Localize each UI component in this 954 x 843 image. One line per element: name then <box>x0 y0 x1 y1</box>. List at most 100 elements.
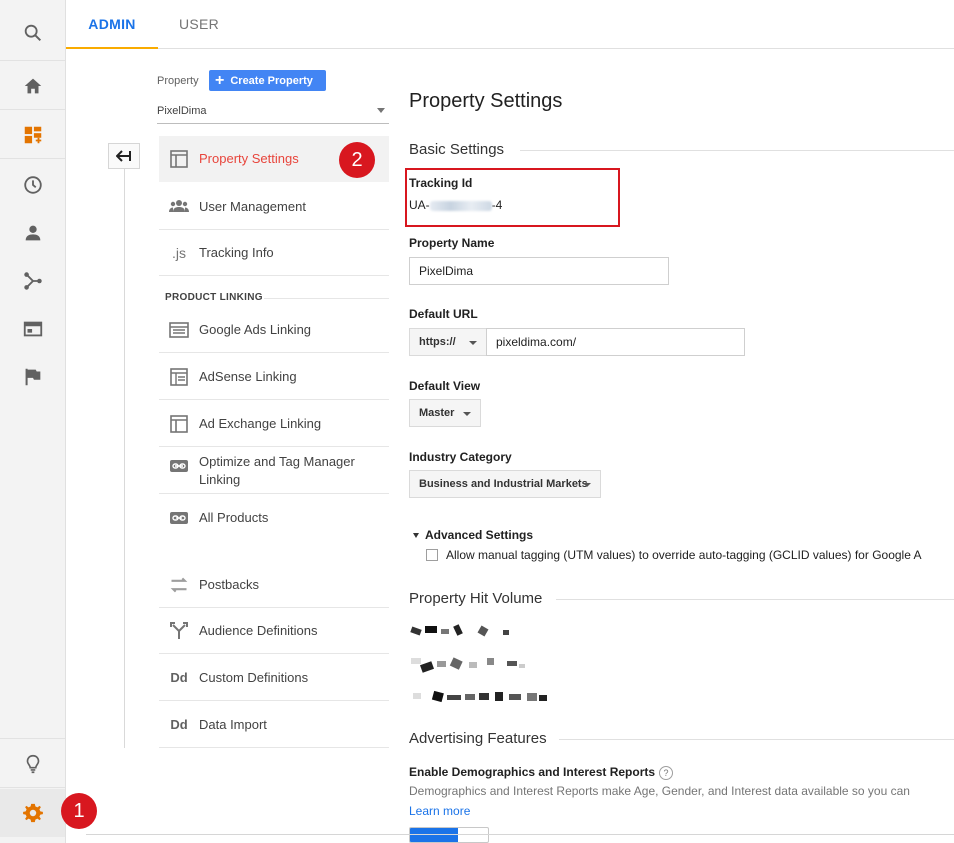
dd-icon: Dd <box>170 670 188 685</box>
default-view-dropdown[interactable]: Master <box>409 399 481 427</box>
industry-category-label: Industry Category <box>409 450 512 464</box>
lightbulb-icon[interactable] <box>0 740 65 788</box>
section-divider <box>559 739 954 740</box>
nav-label: Custom Definitions <box>199 669 309 685</box>
customization-icon[interactable] <box>0 111 65 159</box>
chevron-down-icon <box>463 412 471 416</box>
link-icon <box>159 508 199 528</box>
back-arrow-icon <box>116 150 131 162</box>
ads-icon <box>159 320 199 340</box>
nav-custom-definitions[interactable]: Dd Custom Definitions <box>159 655 389 701</box>
hit-volume-heading: Property Hit Volume <box>409 590 553 607</box>
tracking-id-suffix: -4 <box>491 198 503 212</box>
layout-icon <box>159 149 199 169</box>
learn-more-link[interactable]: Learn more <box>409 804 470 818</box>
demographics-toggle[interactable] <box>409 827 489 843</box>
tracking-id-value: UA- -4 <box>409 198 502 212</box>
default-view-label: Default View <box>409 379 481 393</box>
nav-label: All Products <box>199 510 269 525</box>
nav-label: Optimize and Tag Manager Linking <box>199 454 355 487</box>
industry-category-dropdown[interactable]: Business and Industrial Markets <box>409 470 601 498</box>
product-linking-heading: PRODUCT LINKING <box>165 292 263 303</box>
nav-label: Postbacks <box>199 576 259 592</box>
create-property-label: Create Property <box>230 74 313 87</box>
advanced-settings-label: Advanced Settings <box>425 528 534 542</box>
left-rail <box>0 0 66 843</box>
tracking-id-prefix: UA- <box>409 198 430 212</box>
link-icon <box>159 453 199 476</box>
nav-data-import[interactable]: Dd Data Import <box>159 702 389 748</box>
advertising-features-heading: Advertising Features <box>409 730 557 747</box>
redacted-hit-volume-row <box>411 657 525 673</box>
page-title: Property Settings <box>409 90 563 112</box>
nav-all-products[interactable]: All Products <box>159 495 389 541</box>
triangle-down-icon <box>413 533 419 539</box>
demographics-description: Demographics and Interest Reports make A… <box>409 784 910 798</box>
js-icon: .js <box>172 244 186 261</box>
nav-label: Ad Exchange Linking <box>199 415 322 431</box>
property-name-label: Property Name <box>409 236 495 250</box>
basic-settings-heading: Basic Settings <box>409 141 515 158</box>
section-divider <box>520 150 954 151</box>
postbacks-icon <box>159 575 199 595</box>
admin-gear-icon[interactable] <box>0 789 65 837</box>
redacted-hit-volume-row <box>413 690 547 703</box>
step-badge-2: 2 <box>339 142 375 178</box>
nav-label: Audience Definitions <box>199 622 318 638</box>
ga-admin-screen: ADMIN USER Property + Create Property Pi… <box>0 0 954 843</box>
tracking-id-label: Tracking Id <box>409 176 473 190</box>
nav-label: Tracking Info <box>199 244 274 260</box>
url-scheme-dropdown[interactable]: https:// <box>409 328 487 356</box>
tab-admin[interactable]: ADMIN <box>66 0 158 49</box>
property-label: Property <box>157 75 199 87</box>
dd-icon: Dd <box>170 717 188 732</box>
manual-tagging-checkbox[interactable] <box>426 549 438 561</box>
help-icon[interactable]: ? <box>659 765 674 780</box>
audience-person-icon[interactable] <box>0 209 65 257</box>
chevron-down-icon <box>583 483 591 487</box>
industry-category-value: Business and Industrial Markets <box>419 478 588 490</box>
nav-postbacks[interactable]: Postbacks <box>159 562 389 608</box>
property-selected-value: PixelDima <box>157 105 207 117</box>
advanced-settings-toggle[interactable]: Advanced Settings <box>413 528 533 542</box>
nav-google-ads-linking[interactable]: Google Ads Linking <box>159 307 389 353</box>
footer-divider <box>86 834 954 835</box>
realtime-clock-icon[interactable] <box>0 161 65 209</box>
nav-label: Data Import <box>199 716 267 732</box>
nav-label: Property Settings <box>199 151 299 166</box>
search-icon[interactable] <box>0 9 65 57</box>
plus-icon: + <box>215 71 225 89</box>
url-scheme-value: https:// <box>419 336 456 348</box>
property-name-input[interactable]: PixelDima <box>409 257 669 285</box>
redacted-hit-volume-row <box>410 624 509 637</box>
nav-tracking-info[interactable]: .js Tracking Info <box>159 230 389 276</box>
create-property-button[interactable]: + Create Property <box>209 70 326 91</box>
nav-label: Google Ads Linking <box>199 321 312 337</box>
nav-label: AdSense Linking <box>199 368 297 384</box>
section-divider <box>556 599 954 600</box>
nav-adsense-linking[interactable]: AdSense Linking <box>159 354 389 400</box>
behavior-icon[interactable] <box>0 305 65 353</box>
step-badge-1: 1 <box>61 793 97 829</box>
default-view-value: Master <box>419 407 455 419</box>
default-url-label: Default URL <box>409 307 478 321</box>
tab-user[interactable]: USER <box>169 0 229 49</box>
home-icon[interactable] <box>0 62 65 110</box>
manual-tagging-label: Allow manual tagging (UTM values) to ove… <box>446 548 922 562</box>
property-selector[interactable]: PixelDima <box>157 100 389 124</box>
nav-ad-exchange-linking[interactable]: Ad Exchange Linking <box>159 401 389 447</box>
nav-audience-definitions[interactable]: Audience Definitions <box>159 608 389 654</box>
toggle-on-segment <box>410 828 458 842</box>
nav-optimize-tag-manager-linking[interactable]: Optimize and Tag Manager Linking <box>159 447 389 494</box>
admin-tab-bar: ADMIN USER <box>66 0 954 49</box>
acquisition-icon[interactable] <box>0 257 65 305</box>
collapse-column-button[interactable] <box>108 143 140 169</box>
fork-icon <box>159 621 199 641</box>
conversions-flag-icon[interactable] <box>0 353 65 401</box>
adsense-icon <box>159 367 199 387</box>
nav-user-management[interactable]: User Management <box>159 184 389 230</box>
chevron-down-icon <box>377 108 385 113</box>
demographics-title-text: Enable Demographics and Interest Reports <box>409 765 656 779</box>
column-divider <box>124 169 125 748</box>
default-url-input[interactable]: pixeldima.com/ <box>486 328 745 356</box>
